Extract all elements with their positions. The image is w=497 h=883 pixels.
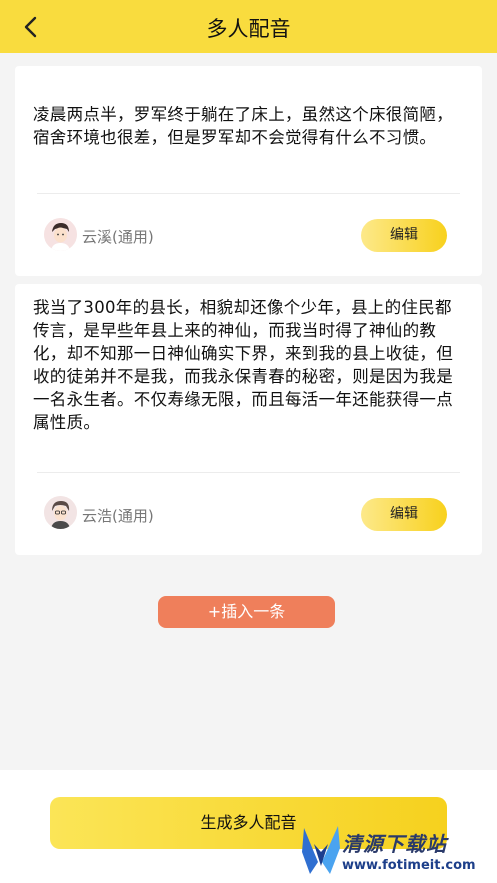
divider: [37, 472, 460, 473]
page-title: 多人配音: [206, 17, 291, 41]
edit-button[interactable]: 编辑: [361, 498, 447, 531]
voice-avatar[interactable]: [44, 496, 77, 529]
site-logo-icon: [302, 826, 340, 874]
app-header: 多人配音: [0, 0, 497, 53]
dub-segment-card: 我当了300年的县长，相貌却还像个少年，县上的住民都传言，是早些年县上来的神仙，…: [15, 284, 482, 555]
watermark-name: 清源下载站: [342, 832, 447, 856]
watermark-url: www.fotimeit.com: [342, 858, 476, 873]
segment-text[interactable]: 我当了300年的县长，相貌却还像个少年，县上的住民都传言，是早些年县上来的神仙，…: [33, 296, 464, 434]
voice-name: 云溪(通用): [82, 228, 154, 246]
insert-segment-button[interactable]: +插入一条: [158, 596, 335, 628]
dub-segment-card: 凌晨两点半，罗军终于躺在了床上，虽然这个床很简陋，宿舍环境也很差，但是罗军却不会…: [15, 66, 482, 276]
voice-name: 云浩(通用): [82, 507, 154, 525]
segment-text[interactable]: 凌晨两点半，罗军终于躺在了床上，虽然这个床很简陋，宿舍环境也很差，但是罗军却不会…: [33, 103, 464, 149]
divider: [37, 193, 460, 194]
watermark: 清源下载站 www.fotimeit.com: [300, 822, 490, 880]
voice-avatar[interactable]: [44, 218, 77, 251]
edit-button[interactable]: 编辑: [361, 219, 447, 252]
